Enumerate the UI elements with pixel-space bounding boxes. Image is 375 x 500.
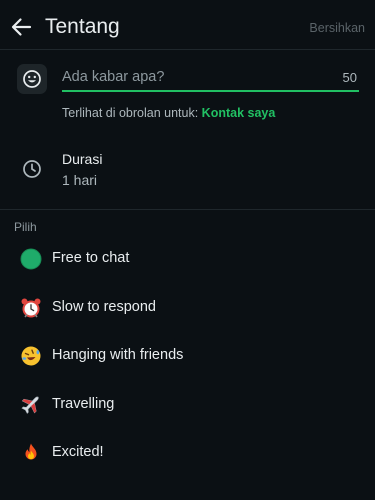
page-title: Tentang (45, 15, 120, 38)
option-label: Excited! (52, 444, 104, 460)
fire-icon (20, 442, 42, 464)
option-label: Travelling (52, 396, 115, 412)
status-input-container: 50 (62, 66, 359, 92)
duration-value: 1 hari (62, 172, 98, 188)
visibility-note: Terlihat di obrolan untuk: Kontak saya (62, 106, 275, 120)
duration-label: Durasi (62, 151, 103, 167)
airplane-icon (20, 394, 42, 416)
option-label: Free to chat (52, 250, 130, 266)
emoji-picker-button[interactable] (17, 64, 47, 94)
visibility-prefix: Terlihat di obrolan untuk: (62, 106, 202, 120)
option-slow-to-respond[interactable]: Slow to respond (0, 285, 375, 331)
option-free-to-chat[interactable]: Free to chat (0, 236, 375, 282)
duration-row[interactable]: Durasi 1 hari (0, 140, 375, 198)
divider (0, 49, 375, 50)
laughing-face-icon (20, 345, 42, 367)
option-label: Slow to respond (52, 299, 156, 315)
smiley-icon (23, 70, 41, 88)
alarm-clock-icon (20, 297, 42, 319)
status-input[interactable] (62, 66, 322, 88)
option-label: Hanging with friends (52, 347, 184, 363)
green-circle-icon (20, 248, 42, 270)
app-bar: Tentang Bersihkan (0, 0, 375, 56)
option-hanging-with-friends[interactable]: Hanging with friends (0, 333, 375, 379)
visibility-link[interactable]: Kontak saya (202, 106, 276, 120)
clock-icon (22, 159, 42, 179)
option-travelling[interactable]: Travelling (0, 382, 375, 428)
option-excited[interactable]: Excited! (0, 430, 375, 476)
divider (0, 209, 375, 210)
back-arrow-icon[interactable] (10, 16, 32, 38)
char-count: 50 (342, 70, 357, 85)
section-label: Pilih (14, 220, 37, 234)
clear-button[interactable]: Bersihkan (309, 21, 365, 35)
